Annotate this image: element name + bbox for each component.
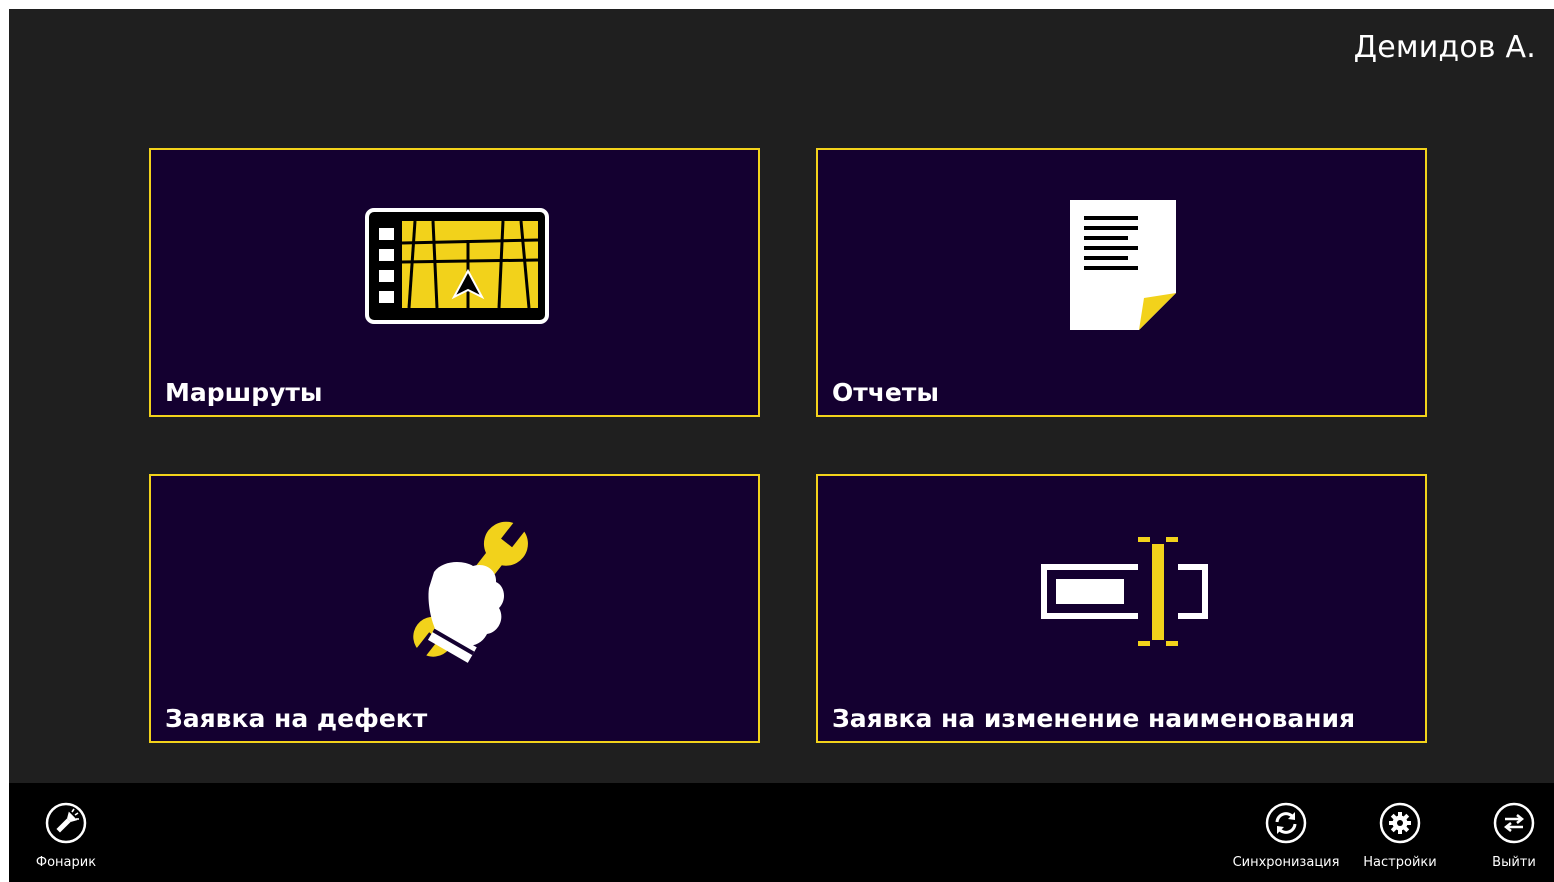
sync-label: Синхронизация <box>1232 855 1340 870</box>
sync-icon <box>1265 802 1307 844</box>
flashlight-label: Фонарик <box>35 855 97 870</box>
settings-button[interactable]: Настройки <box>1345 783 1455 882</box>
tile-rename-request-label: Заявка на изменение наименования <box>832 704 1356 733</box>
tile-reports[interactable]: Отчеты <box>816 148 1427 417</box>
exit-button[interactable]: Выйти <box>1459 783 1554 882</box>
exit-label: Выйти <box>1492 855 1536 870</box>
flashlight-icon <box>45 802 87 844</box>
tile-routes[interactable]: Маршруты <box>149 148 760 417</box>
gear-icon <box>1379 802 1421 844</box>
tile-reports-label: Отчеты <box>832 378 939 407</box>
tile-rename-request[interactable]: Заявка на изменение наименования <box>816 474 1427 743</box>
tile-routes-label: Маршруты <box>165 378 323 407</box>
tile-defect-request[interactable]: Заявка на дефект <box>149 474 760 743</box>
app-window: Демидов А. Маршруты Отчеты Заявка на деф… <box>9 9 1554 882</box>
flashlight-button[interactable]: Фонарик <box>11 783 121 882</box>
exit-arrows-icon <box>1493 802 1535 844</box>
tile-defect-request-label: Заявка на дефект <box>165 704 428 733</box>
sync-button[interactable]: Синхронизация <box>1231 783 1341 882</box>
settings-label: Настройки <box>1363 855 1437 870</box>
user-name[interactable]: Демидов А. <box>1354 30 1536 65</box>
app-bar: Фонарик Синхронизация Настройки Выйти <box>9 783 1554 882</box>
